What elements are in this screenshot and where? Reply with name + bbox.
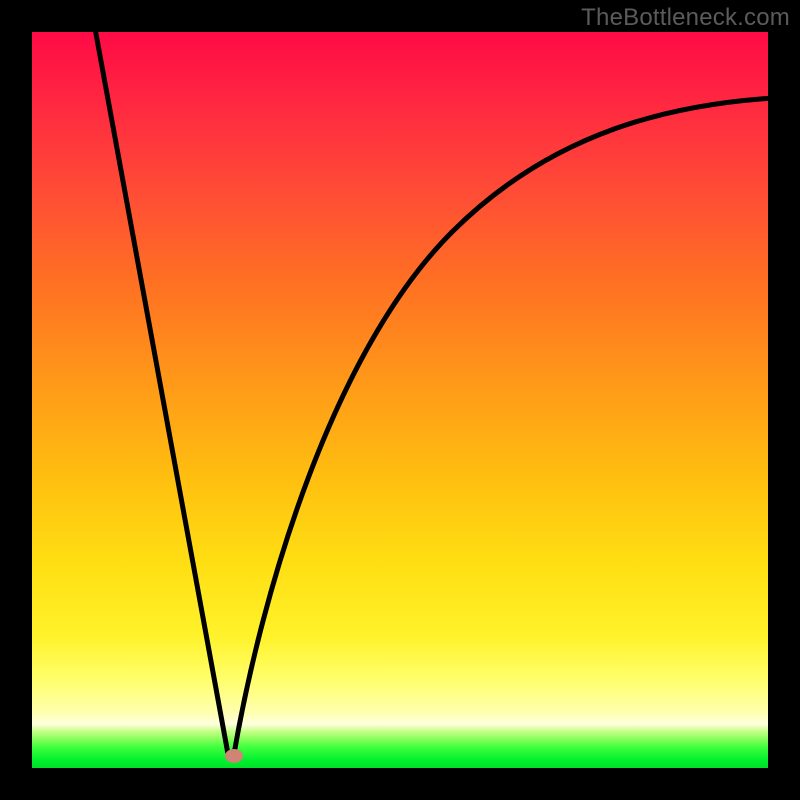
bottleneck-curve — [92, 32, 768, 758]
plot-area — [32, 32, 768, 768]
plot-svg — [32, 32, 768, 768]
attribution-text: TheBottleneck.com — [581, 4, 790, 32]
chart-frame: TheBottleneck.com — [0, 0, 800, 800]
optimal-point-marker — [225, 749, 243, 763]
